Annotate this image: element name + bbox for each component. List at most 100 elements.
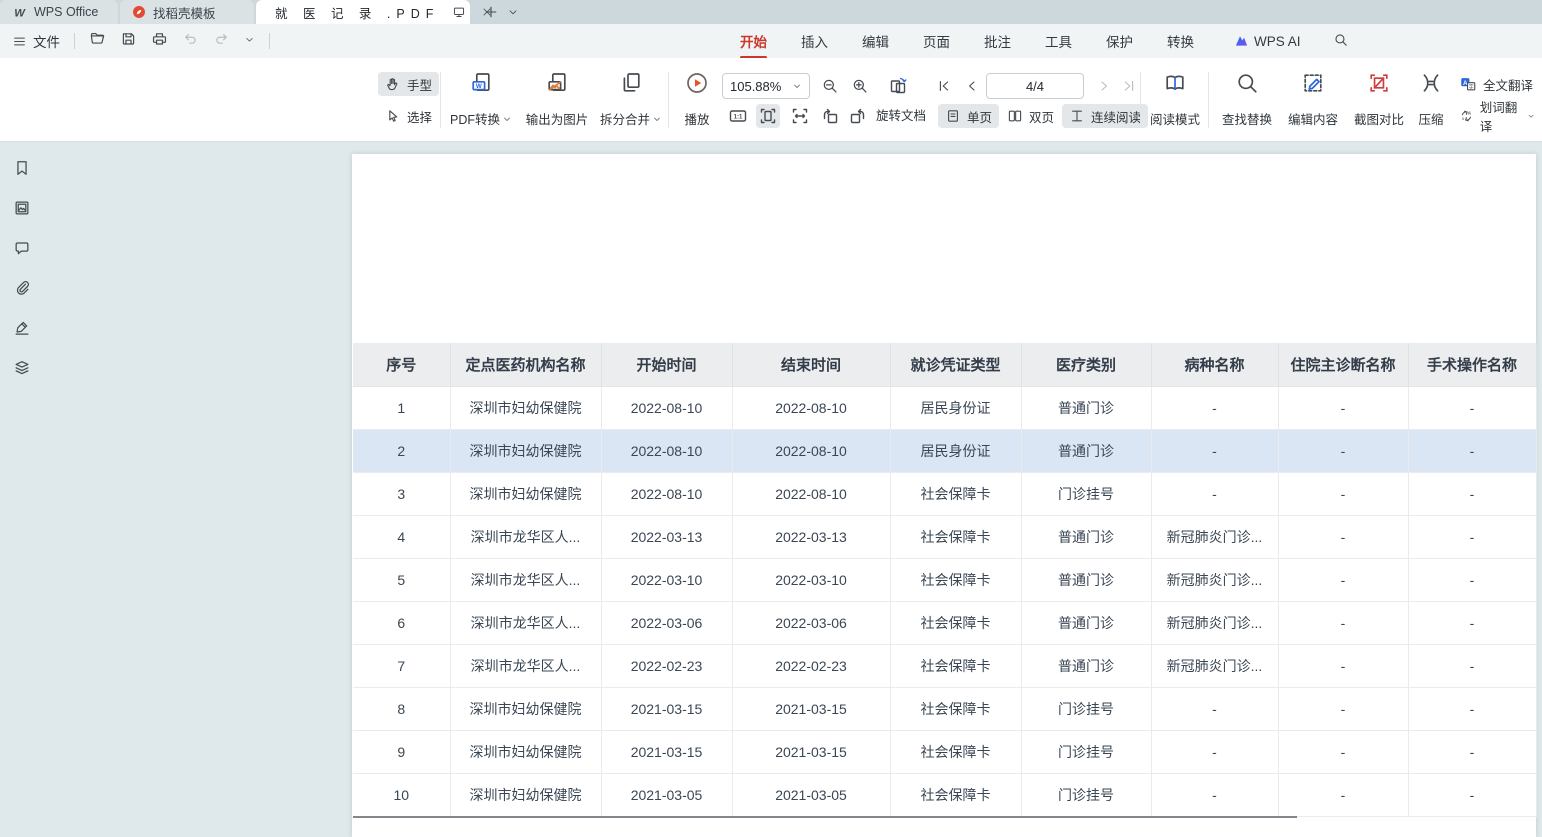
column-header: 医疗类别 <box>1021 343 1151 386</box>
menu-tab-insert[interactable]: 插入 <box>799 27 830 55</box>
menu-search-button[interactable] <box>1333 32 1349 51</box>
column-header: 就诊凭证类型 <box>890 343 1021 386</box>
layers-panel-button[interactable] <box>12 359 32 377</box>
menu-tab-comment[interactable]: 批注 <box>982 27 1013 55</box>
svg-text:A: A <box>1468 111 1472 117</box>
continuous-scroll-icon <box>1069 108 1085 124</box>
fit-width-button[interactable] <box>788 104 812 128</box>
table-cell: 普通门诊 <box>1021 558 1151 601</box>
table-cell: 居民身份证 <box>890 386 1021 429</box>
table-row: 10深圳市妇幼保健院2021-03-052021-03-05社会保障卡门诊挂号-… <box>353 773 1536 816</box>
print-button[interactable] <box>151 30 168 52</box>
play-slideshow-button[interactable]: 播放 <box>676 68 718 132</box>
signature-panel-button[interactable] <box>12 319 32 337</box>
table-cell: - <box>1408 730 1536 773</box>
single-page-button[interactable]: 单页 <box>938 104 999 128</box>
compress-label: 压缩 <box>1418 109 1443 128</box>
open-file-button[interactable] <box>89 30 106 52</box>
actual-size-button[interactable]: 1:1 <box>726 104 750 128</box>
menu-tab-convert[interactable]: 转换 <box>1165 27 1196 55</box>
single-page-icon <box>945 108 961 124</box>
compress-button[interactable]: 压缩 <box>1412 68 1450 132</box>
undo-button[interactable] <box>182 30 199 52</box>
reflow-pages-icon <box>888 76 908 96</box>
undo-icon <box>182 30 199 47</box>
fit-page-button[interactable] <box>756 104 780 128</box>
menu-tab-tools[interactable]: 工具 <box>1043 27 1074 55</box>
zoom-out-button[interactable] <box>818 74 842 98</box>
pdf-page[interactable]: 序号定点医药机构名称开始时间结束时间就诊凭证类型医疗类别病种名称住院主诊断名称手… <box>352 154 1536 837</box>
read-mode-button[interactable]: 阅读模式 <box>1146 68 1204 132</box>
table-cell: 普通门诊 <box>1021 515 1151 558</box>
table-row: 3深圳市妇幼保健院2022-08-102022-08-10社会保障卡门诊挂号--… <box>353 472 1536 515</box>
rotate-left-button[interactable] <box>818 104 842 128</box>
table-cell: - <box>1151 472 1278 515</box>
table-cell: 2022-08-10 <box>601 472 732 515</box>
bookmarks-panel-button[interactable] <box>12 159 32 177</box>
table-row: 6深圳市龙华区人...2022-03-062022-03-06社会保障卡普通门诊… <box>353 601 1536 644</box>
redo-button[interactable] <box>213 30 230 52</box>
zoom-in-button[interactable] <box>848 74 872 98</box>
menu-tab-home[interactable]: 开始 <box>738 27 769 55</box>
svg-text:x: x <box>1462 116 1465 121</box>
pdf-convert-button[interactable]: W PDF转换 <box>448 68 514 132</box>
full-translate-button[interactable]: A 字 全文翻译 <box>1452 72 1540 96</box>
hand-tool-button[interactable]: 手型 <box>378 72 439 96</box>
table-cell: - <box>1278 558 1408 601</box>
menu-tab-edit[interactable]: 编辑 <box>860 27 891 55</box>
menu-tab-protect[interactable]: 保护 <box>1104 27 1135 55</box>
docer-logo-icon <box>132 5 146 19</box>
export-image-button[interactable]: 输出为图片 <box>520 68 594 132</box>
file-menu-button[interactable]: 文件 <box>12 31 60 51</box>
find-replace-button[interactable]: 查找替换 <box>1216 68 1278 132</box>
continuous-read-button[interactable]: 连续阅读 <box>1062 104 1148 128</box>
table-cell: - <box>1151 687 1278 730</box>
menu-tab-page[interactable]: 页面 <box>921 27 952 55</box>
table-cell: 社会保障卡 <box>890 558 1021 601</box>
save-button[interactable] <box>120 30 137 52</box>
first-page-button[interactable] <box>932 74 956 98</box>
zoom-level-combo[interactable]: 105.88% <box>722 73 810 99</box>
rotate-doc-label[interactable]: 旋转文档 <box>876 104 926 128</box>
page-number-input[interactable] <box>986 73 1084 99</box>
table-cell: 2022-02-23 <box>732 644 890 687</box>
tab-docer-templates[interactable]: 找稻壳模板 <box>120 0 254 24</box>
table-cell: - <box>1278 730 1408 773</box>
select-tool-button[interactable]: 选择 <box>378 104 439 128</box>
table-cell: 3 <box>353 472 450 515</box>
next-page-button[interactable] <box>1092 74 1116 98</box>
thumbnails-panel-button[interactable] <box>12 199 32 217</box>
wps-ai-button[interactable]: WPS AI <box>1234 34 1301 49</box>
tab-document-pdf[interactable]: P 就 医 记 录 .PDF <box>256 0 470 24</box>
table-cell: 社会保障卡 <box>890 687 1021 730</box>
table-cell: 2022-03-06 <box>601 601 732 644</box>
chevron-down-icon <box>502 114 512 124</box>
comments-panel-button[interactable] <box>12 239 32 257</box>
attachments-panel-button[interactable] <box>12 279 32 297</box>
table-cell: 深圳市龙华区人... <box>450 644 601 687</box>
rotate-right-button[interactable] <box>846 104 870 128</box>
word-translate-icon: A x <box>1459 107 1474 125</box>
table-cell: 2021-03-15 <box>732 687 890 730</box>
new-tab-button[interactable] <box>482 3 500 21</box>
edit-content-button[interactable]: 编辑内容 <box>1282 68 1344 132</box>
table-cell: 2022-02-23 <box>601 644 732 687</box>
last-page-button[interactable] <box>1117 74 1141 98</box>
find-replace-label: 查找替换 <box>1222 109 1272 128</box>
split-merge-button[interactable]: 拆分合并 <box>598 68 664 132</box>
ribbon-toolbar: 手型 选择 W PDF转换 输出为图片 拆分合并 <box>0 58 1542 142</box>
table-cell: 新冠肺炎门诊... <box>1151 644 1278 687</box>
table-cell: - <box>1278 472 1408 515</box>
reflow-pages-button[interactable] <box>886 74 910 98</box>
tab-wps-home[interactable]: W WPS Office <box>0 0 118 24</box>
edit-content-label: 编辑内容 <box>1288 109 1338 128</box>
screenshot-compare-button[interactable]: 截图对比 <box>1348 68 1410 132</box>
table-cell: 普通门诊 <box>1021 601 1151 644</box>
previous-page-button[interactable] <box>960 74 984 98</box>
tab-list-chevron-icon[interactable] <box>504 3 522 21</box>
column-header: 序号 <box>353 343 450 386</box>
word-translate-button[interactable]: A x 划词翻译 <box>1452 104 1542 128</box>
table-cell: 门诊挂号 <box>1021 730 1151 773</box>
tab-monitor-icon[interactable] <box>450 3 468 21</box>
quick-access-chevron-icon[interactable] <box>244 32 255 50</box>
